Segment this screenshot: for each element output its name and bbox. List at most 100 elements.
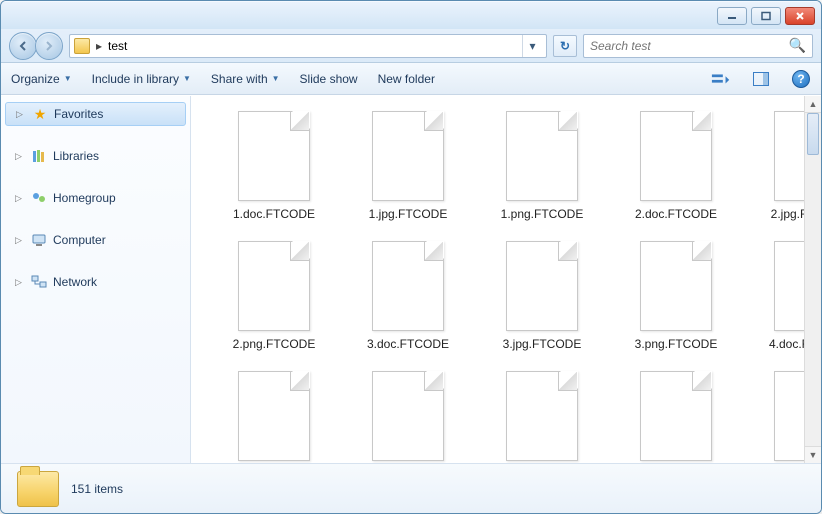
breadcrumb-folder: test	[108, 39, 127, 53]
breadcrumb-separator: ▸	[96, 39, 102, 53]
file-item[interactable]: 1.doc.FTCODE	[207, 106, 341, 236]
expand-icon: ▷	[15, 151, 25, 162]
close-button[interactable]	[785, 7, 815, 25]
star-icon: ★	[32, 106, 48, 122]
file-label: 1.png.FTCODE	[501, 207, 584, 221]
file-item[interactable]: 1.jpg.FTCODE	[341, 106, 475, 236]
file-icon	[506, 241, 578, 331]
view-menu[interactable]	[711, 69, 731, 89]
file-label: 1.doc.FTCODE	[233, 207, 315, 221]
include-menu[interactable]: Include in library ▼	[92, 72, 191, 86]
breadcrumb-dropdown[interactable]: ▾	[522, 35, 542, 57]
file-icon	[238, 241, 310, 331]
statusbar: 151 items	[1, 463, 821, 513]
file-item[interactable]: 2.doc.FTCODE	[609, 106, 743, 236]
expand-icon: ▷	[16, 109, 26, 120]
file-icon	[238, 371, 310, 461]
homegroup-icon	[31, 190, 47, 206]
file-icon	[640, 241, 712, 331]
sidebar-item-network[interactable]: ▷ Network	[1, 270, 190, 294]
expand-icon: ▷	[15, 277, 25, 288]
back-button[interactable]	[9, 32, 37, 60]
breadcrumb[interactable]: ▸ test ▾	[69, 34, 547, 58]
scroll-up-icon[interactable]: ▲	[805, 96, 821, 113]
folder-icon	[74, 38, 90, 54]
file-icon	[372, 371, 444, 461]
file-label: 2.doc.FTCODE	[635, 207, 717, 221]
file-icon	[506, 371, 578, 461]
file-item[interactable]: 4.png.FTCODE	[341, 366, 475, 463]
file-icon	[372, 241, 444, 331]
file-icon	[372, 111, 444, 201]
view-icon	[711, 71, 731, 87]
file-item[interactable]: 3.jpg.FTCODE	[475, 236, 609, 366]
content-pane: 1.doc.FTCODE 1.jpg.FTCODE 1.png.FTCODE 2.do…	[191, 96, 821, 463]
sidebar-item-libraries[interactable]: ▷ Libraries	[1, 144, 190, 168]
maximize-button[interactable]	[751, 7, 781, 25]
file-item[interactable]: 2.png.FTCODE	[207, 236, 341, 366]
slideshow-label: Slide show	[300, 72, 358, 86]
titlebar	[1, 1, 821, 29]
help-icon: ?	[792, 70, 810, 88]
sidebar: ▷ ★ Favorites ▷ Libraries ▷ Homegroup ▷	[1, 96, 191, 463]
file-item[interactable]: 1.png.FTCODE	[475, 106, 609, 236]
file-item[interactable]: 3.png.FTCODE	[609, 236, 743, 366]
file-item[interactable]: 5.jpg.FTCODE	[609, 366, 743, 463]
file-item[interactable]: 4.jpg.FTCODE	[207, 366, 341, 463]
scroll-down-icon[interactable]: ▼	[805, 446, 821, 463]
folder-icon	[17, 471, 59, 507]
sidebar-item-computer[interactable]: ▷ Computer	[1, 228, 190, 252]
search-input[interactable]	[590, 39, 789, 53]
status-text: 151 items	[71, 482, 123, 496]
sidebar-item-favorites[interactable]: ▷ ★ Favorites	[5, 102, 186, 126]
expand-icon: ▷	[15, 235, 25, 246]
share-label: Share with	[211, 72, 268, 86]
forward-button[interactable]	[35, 32, 63, 60]
sidebar-item-label: Favorites	[54, 107, 103, 121]
organize-menu[interactable]: Organize ▼	[11, 72, 72, 86]
newfolder-button[interactable]: New folder	[378, 72, 435, 86]
explorer-window: ▸ test ▾ ↻ 🔍 Organize ▼ Include in libra…	[0, 0, 822, 514]
toolbar: Organize ▼ Include in library ▼ Share wi…	[1, 63, 821, 95]
chevron-down-icon: ▼	[183, 74, 191, 83]
vertical-scrollbar[interactable]: ▲ ▼	[804, 96, 821, 463]
refresh-icon: ↻	[560, 39, 570, 53]
sidebar-item-homegroup[interactable]: ▷ Homegroup	[1, 186, 190, 210]
newfolder-label: New folder	[378, 72, 435, 86]
chevron-down-icon: ▼	[64, 74, 72, 83]
organize-label: Organize	[11, 72, 60, 86]
file-label: 3.jpg.FTCODE	[503, 337, 582, 351]
search-icon: 🔍	[789, 37, 806, 54]
nav-arrows	[9, 32, 63, 60]
sidebar-item-label: Network	[53, 275, 97, 289]
file-item[interactable]: 5.doc.FTCODE	[475, 366, 609, 463]
main-area: ▷ ★ Favorites ▷ Libraries ▷ Homegroup ▷	[1, 95, 821, 463]
file-label: 3.png.FTCODE	[635, 337, 718, 351]
network-icon	[31, 274, 47, 290]
file-icon	[640, 111, 712, 201]
pane-icon	[753, 72, 769, 86]
sidebar-item-label: Homegroup	[53, 191, 116, 205]
libraries-icon	[31, 148, 47, 164]
file-label: 1.jpg.FTCODE	[369, 207, 448, 221]
file-item[interactable]: 3.doc.FTCODE	[341, 236, 475, 366]
search-box[interactable]: 🔍	[583, 34, 813, 58]
file-label: 3.doc.FTCODE	[367, 337, 449, 351]
file-icon	[238, 111, 310, 201]
slideshow-button[interactable]: Slide show	[300, 72, 358, 86]
preview-pane-button[interactable]	[751, 69, 771, 89]
sidebar-item-label: Libraries	[53, 149, 99, 163]
scroll-track[interactable]	[805, 113, 821, 446]
file-icon	[506, 111, 578, 201]
help-button[interactable]: ?	[791, 69, 811, 89]
refresh-button[interactable]: ↻	[553, 35, 577, 57]
file-grid: 1.doc.FTCODE 1.jpg.FTCODE 1.png.FTCODE 2.do…	[191, 96, 821, 463]
chevron-down-icon: ▼	[272, 74, 280, 83]
computer-icon	[31, 232, 47, 248]
file-icon	[640, 371, 712, 461]
minimize-button[interactable]	[717, 7, 747, 25]
sidebar-item-label: Computer	[53, 233, 106, 247]
share-menu[interactable]: Share with ▼	[211, 72, 280, 86]
expand-icon: ▷	[15, 193, 25, 204]
scroll-thumb[interactable]	[807, 113, 819, 155]
